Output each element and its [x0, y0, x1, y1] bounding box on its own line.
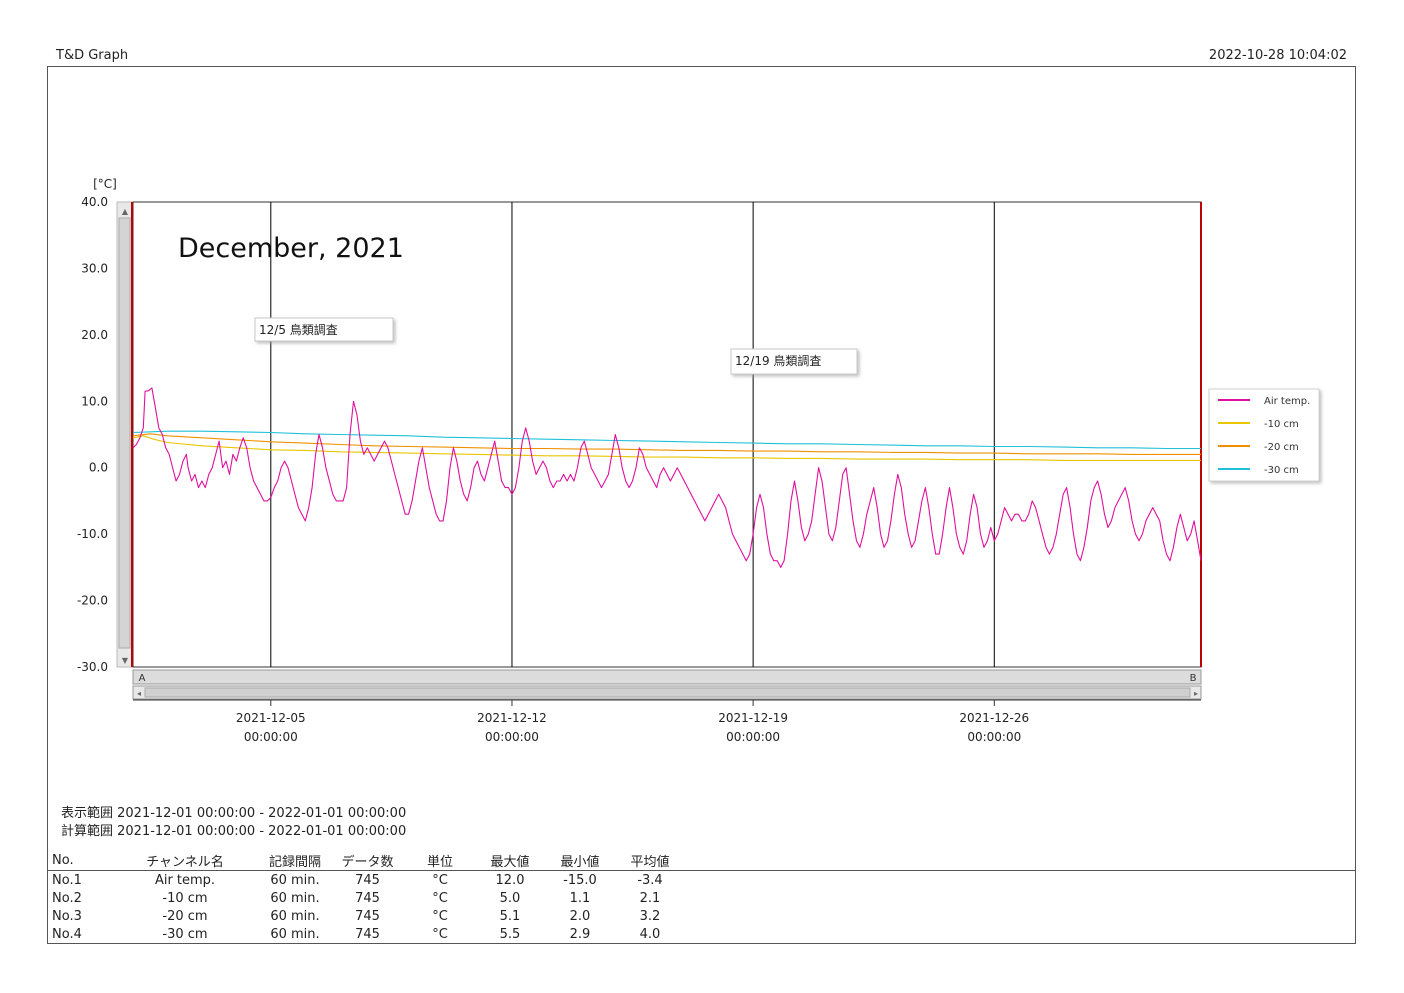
- cursor-bar: [132, 669, 1202, 685]
- y-tick-label: -20.0: [77, 594, 108, 608]
- cell-interval: 60 min.: [270, 908, 320, 924]
- chart-title: December, 2021: [178, 233, 404, 264]
- cell-channel: -20 cm: [162, 908, 208, 924]
- cell-interval: 60 min.: [270, 926, 320, 942]
- cell-no: No.3: [52, 908, 82, 924]
- cell-channel: -10 cm: [162, 890, 208, 906]
- x-tick-date: 2021-12-26: [959, 711, 1029, 725]
- cell-count: 745: [355, 908, 380, 924]
- annotation-label: 12/19 鳥類調査: [735, 353, 821, 368]
- table-row: No.1 Air temp. 60 min. 745 °C 12.0 -15.0…: [48, 871, 1355, 890]
- scroll-up-icon: ▲: [122, 207, 129, 216]
- cell-channel: Air temp.: [154, 872, 216, 888]
- plot-area: [132, 201, 1202, 668]
- col-header-unit: 単位: [405, 851, 475, 871]
- vertical-scroll-thumb: [118, 217, 131, 649]
- cursor-a-label: A: [139, 673, 146, 684]
- legend-label: -10 cm: [1264, 419, 1299, 430]
- cell-count: 745: [355, 872, 380, 888]
- col-header-no: No.: [48, 851, 110, 871]
- scroll-down-icon: ▼: [122, 656, 129, 665]
- cell-no: No.4: [52, 926, 82, 942]
- cell-max: 12.0: [495, 872, 525, 888]
- cell-max: 5.0: [499, 890, 521, 906]
- cell-interval: 60 min.: [270, 890, 320, 906]
- x-tick-date: 2021-12-19: [718, 711, 788, 725]
- legend-label: Air temp.: [1264, 396, 1310, 407]
- calculation-range: 計算範囲 2021-12-01 00:00:00 - 2022-01-01 00…: [61, 824, 407, 839]
- cell-min: 2.0: [569, 908, 591, 924]
- cell-count: 745: [355, 890, 380, 906]
- horizontal-scroll-thumb: [144, 687, 1191, 698]
- col-header-interval: 記録間隔: [260, 851, 330, 871]
- annotation-label: 12/5 鳥類調査: [259, 322, 338, 337]
- cell-avg: -3.4: [637, 872, 663, 888]
- col-header-filler: [685, 851, 1355, 871]
- stats-header-row: No. チャンネル名 記録間隔 データ数 単位 最大値 最小値 平均値: [48, 851, 1355, 871]
- y-tick-label: 30.0: [81, 261, 108, 275]
- table-row: No.4 -30 cm 60 min. 745 °C 5.5 2.9 4.0: [48, 925, 1355, 943]
- cell-no: No.1: [52, 872, 82, 888]
- cell-unit: °C: [432, 890, 448, 906]
- cell-unit: °C: [432, 926, 448, 942]
- x-tick-time: 00:00:00: [485, 730, 539, 744]
- cell-unit: °C: [432, 908, 448, 924]
- cell-count: 745: [355, 926, 380, 942]
- col-header-channel: チャンネル名: [110, 851, 260, 871]
- cell-avg: 2.1: [639, 890, 661, 906]
- cell-no: No.2: [52, 890, 82, 906]
- y-tick-label: 40.0: [81, 195, 108, 209]
- cell-avg: 4.0: [639, 926, 661, 942]
- legend-label: -20 cm: [1264, 442, 1299, 453]
- cell-min: 1.1: [569, 890, 591, 906]
- table-row: No.3 -20 cm 60 min. 745 °C 5.1 2.0 3.2: [48, 907, 1355, 925]
- cursor-b-label: B: [1190, 673, 1197, 684]
- x-tick-date: 2021-12-05: [236, 711, 306, 725]
- col-header-max: 最大値: [475, 851, 545, 871]
- legend-label: -30 cm: [1264, 465, 1299, 476]
- x-tick-time: 00:00:00: [726, 730, 780, 744]
- col-header-min: 最小値: [545, 851, 615, 871]
- cell-channel: -30 cm: [162, 926, 208, 942]
- col-header-avg: 平均値: [615, 851, 685, 871]
- cell-avg: 3.2: [639, 908, 661, 924]
- x-tick-date: 2021-12-12: [477, 711, 547, 725]
- temperature-chart: ▲ ▼ [°C] 40.0 30.0 20.0 10.0 0.0 -10.0 -20.0 -30.0…: [77, 177, 1320, 744]
- cell-max: 5.1: [499, 908, 521, 924]
- col-header-count: データ数: [330, 851, 405, 871]
- y-tick-label: 20.0: [81, 328, 108, 342]
- x-tick-time: 00:00:00: [967, 730, 1021, 744]
- y-tick-label: -10.0: [77, 527, 108, 541]
- cell-min: -15.0: [563, 872, 597, 888]
- scroll-left-icon: ◂: [137, 689, 141, 698]
- cell-max: 5.5: [499, 926, 521, 942]
- x-tick-time: 00:00:00: [244, 730, 298, 744]
- y-tick-label: 10.0: [81, 394, 108, 408]
- channel-stats-table: No. チャンネル名 記録間隔 データ数 単位 最大値 最小値 平均値 No.1…: [48, 851, 1355, 943]
- y-tick-label: 0.0: [89, 461, 108, 475]
- table-row: No.2 -10 cm 60 min. 745 °C 5.0 1.1 2.1: [48, 889, 1355, 907]
- cell-unit: °C: [432, 872, 448, 888]
- scroll-right-icon: ▸: [1194, 689, 1198, 698]
- y-tick-label: -30.0: [77, 660, 108, 674]
- y-axis-label: [°C]: [93, 177, 117, 191]
- cell-interval: 60 min.: [270, 872, 320, 888]
- display-range: 表示範囲 2021-12-01 00:00:00 - 2022-01-01 00…: [61, 806, 407, 821]
- cell-min: 2.9: [569, 926, 591, 942]
